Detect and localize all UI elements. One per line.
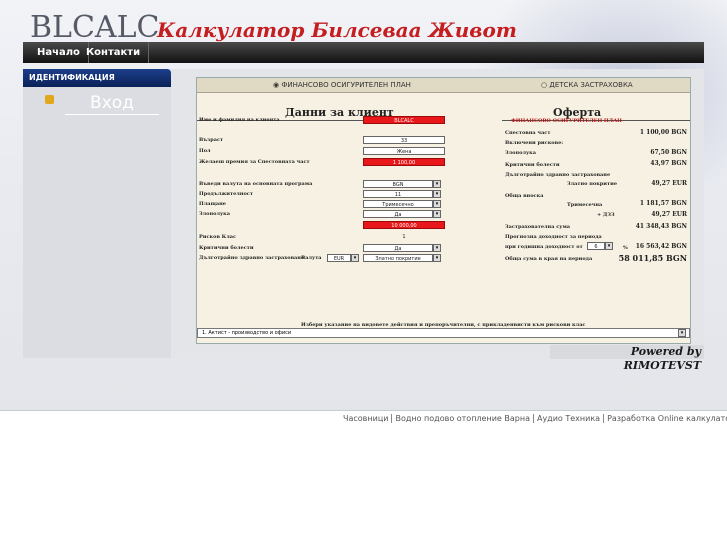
client-name-field[interactable]: BLCALC xyxy=(363,116,445,124)
offer-label: Спестовна част xyxy=(505,130,551,136)
footer-links: Часовници Водно подово отопление Варна Ауд… xyxy=(340,414,727,423)
field-label: Възраст xyxy=(199,137,224,143)
site-logo[interactable]: BLCALC xyxy=(30,10,159,45)
accident-sum-field[interactable]: 10 000,00 xyxy=(363,221,445,229)
chevron-down-icon[interactable]: ▾ xyxy=(433,244,441,252)
offer-value: 67,50 BGN xyxy=(650,149,687,156)
offer-label: Критични болести xyxy=(505,162,560,168)
footer-link[interactable]: Разработка Online калкулатор xyxy=(604,414,727,423)
age-field[interactable]: 33 xyxy=(363,136,445,144)
sidebar-box xyxy=(23,87,171,358)
offer-value: 1 100,00 BGN xyxy=(639,129,687,136)
calculator-app: ◉ ФИНАНСОВО ОСИГУРИТЕЛЕН ПЛАН ○ ДЕТСКА З… xyxy=(196,77,691,344)
offer-value: 49,27 EUR xyxy=(651,180,687,187)
footer-divider xyxy=(0,410,727,411)
offer-label: Застрахователна сума xyxy=(505,224,571,230)
offer-label: Обща вноска xyxy=(505,193,544,199)
nav-item-contacts[interactable]: Контакти xyxy=(78,42,150,63)
offer-total-value: 58 011,85 BGN xyxy=(618,253,687,263)
tab-financial-plan-label: ФИНАНСОВО ОСИГУРИТЕЛЕН ПЛАН xyxy=(281,81,411,89)
offer-label: Включени рискове: xyxy=(505,140,564,146)
health-currency-select[interactable]: EUR xyxy=(327,254,351,262)
field-label: Рисков Клас xyxy=(199,234,237,240)
offer-subtitle: ФИНАНСОВО ОСИГУРИТЕЛЕН ПЛАН xyxy=(511,118,622,124)
offer-label: Обща сума в края на периода xyxy=(505,256,593,262)
critical-illness-select[interactable]: Да xyxy=(363,244,433,252)
duration-select[interactable]: 11 xyxy=(363,190,433,198)
chevron-down-icon[interactable]: ▾ xyxy=(678,329,686,337)
risk-class-value: 1 xyxy=(402,234,406,240)
login-link[interactable]: Вход xyxy=(65,92,159,115)
chevron-down-icon[interactable]: ▾ xyxy=(433,210,441,218)
offer-label: Дълготрайно здравно застраховане xyxy=(505,172,611,178)
currency-label: Валута xyxy=(301,255,322,261)
chevron-down-icon[interactable]: ▾ xyxy=(351,254,359,262)
footer-link[interactable]: Аудио Техника xyxy=(534,414,605,423)
gender-field[interactable]: Жена xyxy=(363,147,445,155)
chevron-down-icon[interactable]: ▾ xyxy=(433,190,441,198)
tab-child-insurance[interactable]: ○ ДЕТСКА ЗАСТРАХОВКА xyxy=(541,78,633,92)
chevron-down-icon[interactable]: ▾ xyxy=(433,254,441,262)
chevron-down-icon[interactable]: ▾ xyxy=(433,200,441,208)
offer-value: 1 181,57 BGN xyxy=(639,200,687,207)
field-label: Желаеш премия за Спестовната част xyxy=(199,159,310,165)
offer-label: Прогнозна доходност за периода xyxy=(505,234,602,240)
lock-icon xyxy=(45,95,54,104)
offer-value: 49,27 EUR xyxy=(651,211,687,218)
sidebar-header: ИДЕНТИФИКАЦИЯ xyxy=(23,69,171,87)
field-label: Продължителност xyxy=(199,191,253,197)
premium-field[interactable]: 1 100,00 xyxy=(363,158,445,166)
field-label: Злополука xyxy=(199,211,231,217)
tab-financial-plan[interactable]: ◉ ФИНАНСОВО ОСИГУРИТЕЛЕН ПЛАН xyxy=(273,78,411,92)
offer-label: при годишна доходност от xyxy=(505,244,583,250)
field-label: Критични болести xyxy=(199,245,254,251)
field-label: Въведи валута на основната програма xyxy=(199,181,313,187)
coverage-select[interactable]: Златно покритие xyxy=(363,254,433,262)
health-insurance-label: Дълготрайно здравно застраховане xyxy=(199,255,305,261)
field-label: Име и фамилия на клиента xyxy=(199,117,280,123)
offer-value: 16 563,42 BGN xyxy=(635,243,687,250)
site-tagline: Калкулатор Билсеваа Живот xyxy=(157,18,517,42)
tab-child-insurance-label: ДЕТСКА ЗАСТРАХОВКА xyxy=(549,81,633,89)
accident-select[interactable]: Да xyxy=(363,210,433,218)
powered-by[interactable]: Powered by RIMOTEVST xyxy=(550,345,704,372)
offer-value: 43,97 BGN xyxy=(650,160,687,167)
field-label: Пол xyxy=(199,148,211,154)
footer-link[interactable]: Часовници xyxy=(340,414,393,423)
offer-label: Злополука xyxy=(505,150,537,156)
payment-select[interactable]: Тримесечно xyxy=(363,200,433,208)
activity-select[interactable]: 1. Aктист - производство и офиси xyxy=(197,328,690,338)
main-nav: Начало Контакти xyxy=(23,42,704,63)
footer-link[interactable]: Водно подово отопление Варна xyxy=(392,414,534,423)
offer-value: 41 348,43 BGN xyxy=(635,223,687,230)
chevron-down-icon[interactable]: ▾ xyxy=(433,180,441,188)
currency-select[interactable]: BGN xyxy=(363,180,433,188)
field-label: Плащане xyxy=(199,201,226,207)
